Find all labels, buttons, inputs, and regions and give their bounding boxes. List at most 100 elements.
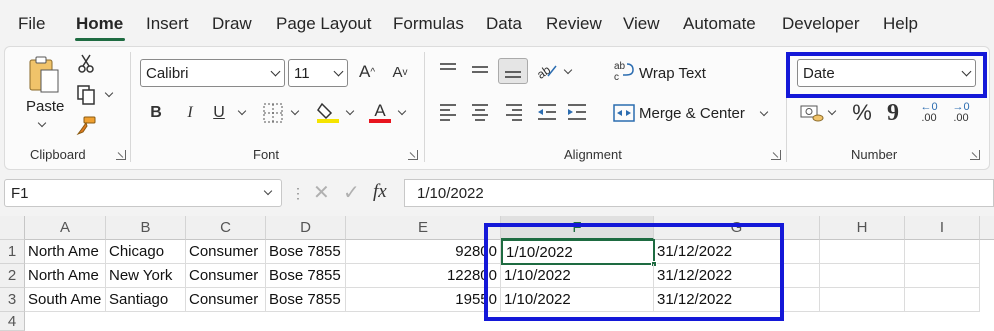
menu-draw[interactable]: Draw [212,14,252,34]
menu-home[interactable]: Home [76,14,123,34]
cell-b1[interactable]: Chicago [106,240,186,264]
cell-c1[interactable]: Consumer [186,240,266,264]
cell-d1[interactable]: Bose 7855 [266,240,346,264]
align-bottom-icon[interactable] [498,58,528,84]
wrap-text-label[interactable]: Wrap Text [639,65,706,82]
name-box-value: F1 [11,184,29,202]
align-right-icon[interactable] [504,102,524,122]
group-divider [130,52,131,162]
cell-h1[interactable] [820,240,905,264]
menu-help[interactable]: Help [883,14,918,34]
svg-text:ab: ab [614,61,626,72]
menu-page-layout[interactable]: Page Layout [276,14,371,34]
menu-data[interactable]: Data [486,14,522,34]
cell-i3[interactable] [905,288,980,312]
column-header-e[interactable]: E [346,216,501,240]
column-header-a[interactable]: A [25,216,106,240]
column-header-h[interactable]: H [820,216,905,240]
cell-e1[interactable]: 92800 [346,240,501,264]
font-name-value: Calibri [146,64,189,82]
font-size-value: 11 [294,64,310,82]
cell-i2[interactable] [905,264,980,288]
column-header-c[interactable]: C [186,216,266,240]
menu-automate[interactable]: Automate [683,14,756,34]
clipboard-group-label: Clipboard [30,147,86,162]
menu-developer[interactable]: Developer [782,14,860,34]
font-name-select[interactable]: Calibri [140,59,285,87]
name-box[interactable]: F1 [4,179,282,207]
cell-b2[interactable]: New York [106,264,186,288]
alignment-group-label: Alignment [564,147,622,162]
font-group-label: Font [253,147,280,162]
underline-button[interactable]: U [209,102,229,124]
cell-c2[interactable]: Consumer [186,264,266,288]
clipboard-launcher-icon[interactable] [116,150,126,160]
alignment-launcher-icon[interactable] [771,150,781,160]
row-header-1[interactable]: 1 [0,240,25,264]
accounting-format-icon[interactable] [800,103,824,123]
cell-d3[interactable]: Bose 7855 [266,288,346,312]
cancel-icon[interactable]: ✕ [313,180,330,205]
align-center-icon[interactable] [470,102,490,122]
merge-center-label[interactable]: Merge & Center [639,105,745,122]
formula-bar-grip-icon: ⋮ [291,185,305,201]
wrap-text-icon[interactable]: ab c [613,60,635,82]
cell-c3[interactable]: Consumer [186,288,266,312]
align-left-icon[interactable] [438,102,458,122]
font-size-select[interactable]: 11 [288,59,348,87]
menu-formulas[interactable]: Formulas [393,14,464,34]
cell-h2[interactable] [820,264,905,288]
select-all-corner[interactable] [0,216,25,240]
decrease-decimal-icon[interactable]: →0 .00 [948,101,974,125]
cell-a3[interactable]: South Ame [25,288,106,312]
enter-check-icon[interactable]: ✓ [343,180,360,205]
cell-i1[interactable] [905,240,980,264]
formula-input[interactable]: 1/10/2022 [404,179,994,207]
borders-icon[interactable] [262,102,284,124]
comma-style-button[interactable]: 9 [884,100,902,126]
cell-b3[interactable]: Santiago [106,288,186,312]
cell-a1[interactable]: North Ame [25,240,106,264]
decrease-font-size-icon[interactable]: Av [389,60,411,84]
cell-e2[interactable]: 122800 [346,264,501,288]
font-color-icon[interactable]: A [368,100,392,124]
bold-button[interactable]: B [146,102,166,124]
cell-d2[interactable]: Bose 7855 [266,264,346,288]
merge-center-icon[interactable] [613,103,635,123]
align-top-icon[interactable] [438,61,458,79]
number-group-label: Number [851,147,898,162]
cell-a2[interactable]: North Ame [25,264,106,288]
menu-insert[interactable]: Insert [146,14,189,34]
orientation-icon[interactable]: ab [536,60,558,80]
column-header-d[interactable]: D [266,216,346,240]
svg-text:ab: ab [536,62,553,80]
font-launcher-icon[interactable] [408,150,418,160]
menu-file[interactable]: File [18,14,45,34]
increase-decimal-icon[interactable]: ←0 .00 [916,101,942,125]
insert-function-icon[interactable]: fx [373,181,387,203]
cut-icon[interactable] [76,54,96,74]
cell-e3[interactable]: 19550 [346,288,501,312]
italic-button[interactable]: I [180,102,200,124]
column-header-b[interactable]: B [106,216,186,240]
number-launcher-icon[interactable] [970,150,980,160]
align-middle-icon[interactable] [470,61,490,79]
format-painter-icon[interactable] [76,116,96,136]
column-header-i[interactable]: I [905,216,980,240]
menu-review[interactable]: Review [546,14,602,34]
menu-view[interactable]: View [623,14,660,34]
increase-font-size-icon[interactable]: A ^ [356,60,378,84]
row-header-4[interactable]: 4 [0,312,25,331]
row-header-2[interactable]: 2 [0,264,25,288]
copy-icon[interactable] [76,85,96,105]
paste-label[interactable]: Paste [26,98,64,115]
group-divider [424,52,425,162]
fill-color-icon[interactable] [316,100,340,124]
paste-icon[interactable] [26,54,62,96]
decrease-indent-icon[interactable] [536,102,558,122]
cell-h3[interactable] [820,288,905,312]
percent-style-button[interactable]: % [850,100,874,126]
row-header-3[interactable]: 3 [0,288,25,312]
column-header-overflow [980,216,994,240]
increase-indent-icon[interactable] [566,102,588,122]
